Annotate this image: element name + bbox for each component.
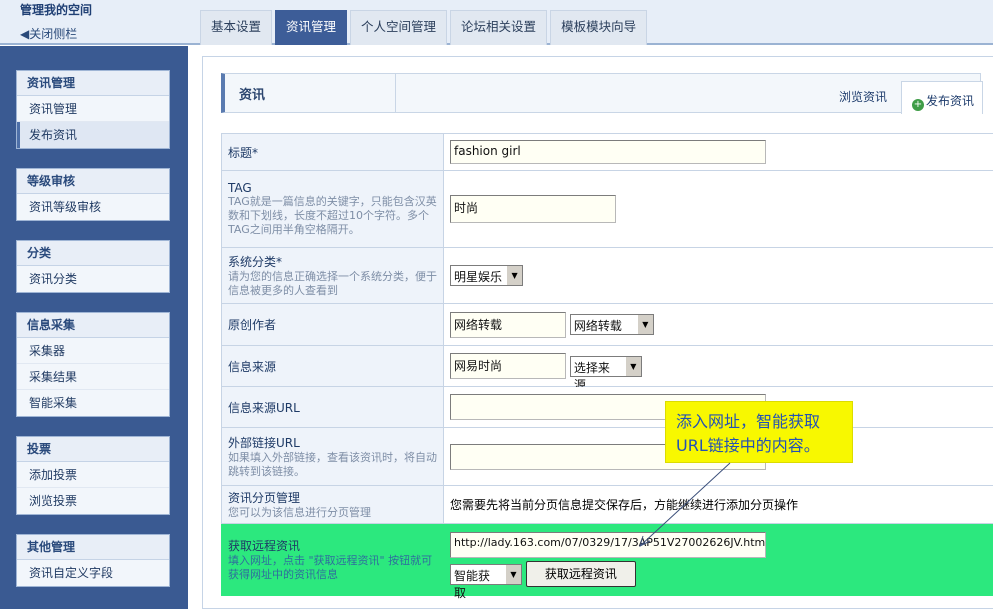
external-link-label: 外部链接URL	[228, 436, 300, 450]
sidebar-item-news-management[interactable]: 资讯管理	[17, 96, 169, 122]
tab-basic-settings[interactable]: 基本设置	[200, 10, 273, 45]
annotation-callout: 添入网址，智能获取 URL链接中的内容。	[665, 401, 853, 463]
category-help-text: 请为您的信息正确选择一个系统分类，便于信息被更多的人查看到	[228, 270, 437, 297]
sidebar-group-title: 等级审核	[17, 169, 169, 194]
form-row-tag: TAG TAG就是一篇信息的关键字，只能包含汉英数和下划线，长度不超过10个字符…	[221, 170, 993, 248]
top-header: 管理我的空间 ◀关闭侧栏 基本设置 资讯管理 个人空间管理 论坛相关设置 模板模…	[0, 0, 993, 45]
author-input[interactable]: 网络转载	[450, 311, 566, 338]
paging-notice: 您需要先将当前分页信息提交保存后，方能继续进行添加分页操作	[443, 485, 993, 524]
fetch-remote-button[interactable]: 获取远程资讯	[525, 561, 636, 587]
publish-news-tab[interactable]: + 发布资讯	[901, 81, 983, 114]
source-input[interactable]: 网易时尚	[450, 353, 566, 379]
remote-help-text: 填入网址，点击 "获取远程资讯" 按钮就可获得网址中的资讯信息	[228, 554, 433, 581]
sidebar-item-publish-news[interactable]: 发布资讯	[17, 122, 169, 148]
sidebar-group-title: 投票	[17, 437, 169, 462]
author-label: 原创作者	[221, 303, 444, 346]
tag-input[interactable]: 时尚	[450, 195, 616, 223]
form-row-paging: 资讯分页管理 您可以为该信息进行分页管理 您需要先将当前分页信息提交保存后，方能…	[221, 485, 993, 524]
remote-label: 获取远程资讯	[228, 539, 301, 553]
paging-help-text: 您可以为该信息进行分页管理	[228, 506, 371, 519]
section-title: 资讯	[239, 88, 266, 103]
section-divider	[395, 74, 396, 112]
plus-circle-icon: +	[912, 99, 924, 111]
sidebar-item-collect-result[interactable]: 采集结果	[17, 364, 169, 390]
browse-news-link[interactable]: 浏览资讯	[839, 88, 887, 105]
sidebar-item-browse-vote[interactable]: 浏览投票	[17, 488, 169, 514]
form-row-remote: 获取远程资讯 填入网址，点击 "获取远程资讯" 按钮就可获得网址中的资讯信息 h…	[221, 523, 993, 600]
dropdown-arrow-icon: ▼	[505, 564, 521, 584]
tab-forum-settings[interactable]: 论坛相关设置	[450, 10, 548, 45]
paging-label: 资讯分页管理	[228, 491, 301, 505]
tab-news-management[interactable]: 资讯管理	[275, 10, 348, 45]
sidebar-group-title: 分类	[17, 241, 169, 266]
sidebar-group-news: 资讯管理 资讯管理 发布资讯	[16, 70, 170, 149]
tag-help-text: TAG就是一篇信息的关键字，只能包含汉英数和下划线，长度不超过10个字符。多个T…	[228, 195, 437, 236]
sidebar-group-title: 信息采集	[17, 313, 169, 338]
sidebar-group-title: 资讯管理	[17, 71, 169, 96]
sidebar-item-level-review[interactable]: 资讯等级审核	[17, 194, 169, 220]
form-row-source-url: 信息来源URL	[221, 386, 993, 428]
section-header: 资讯 浏览资讯 + 发布资讯	[221, 73, 983, 114]
source-label: 信息来源	[221, 345, 444, 387]
main-panel: 资讯 浏览资讯 + 发布资讯 标题* fashion girl TAG TAG就是…	[202, 56, 993, 609]
main-content: 资讯 浏览资讯 + 发布资讯 标题* fashion girl TAG TAG就是…	[188, 46, 993, 609]
external-link-help-text: 如果填入外部链接，查看该资讯时，将自动跳转到该链接。	[228, 451, 437, 478]
remote-url-input[interactable]: http://lady.163.com/07/0329/17/3AP51V270…	[450, 532, 766, 558]
dropdown-arrow-icon: ▼	[624, 356, 641, 376]
sidebar-item-smart-collect[interactable]: 智能采集	[17, 390, 169, 416]
dropdown-arrow-icon: ▼	[636, 315, 653, 334]
space-title: 管理我的空间	[20, 3, 93, 17]
source-select[interactable]: 选择来源 ▼	[569, 355, 642, 392]
sidebar-item-collector[interactable]: 采集器	[17, 338, 169, 364]
publish-news-label: 发布资讯	[926, 94, 975, 108]
tab-personal-space[interactable]: 个人空间管理	[350, 10, 448, 45]
form-row-category: 系统分类* 请为您的信息正确选择一个系统分类，便于信息被更多的人查看到 明星娱乐…	[221, 247, 993, 304]
form-row-author: 原创作者 网络转载 网络转载 ▼	[221, 303, 993, 346]
sidebar-item-news-category[interactable]: 资讯分类	[17, 266, 169, 292]
sidebar-group-collect: 信息采集 采集器 采集结果 智能采集	[16, 312, 170, 417]
remote-mode-select[interactable]: 智能获取 ▼	[450, 563, 522, 600]
title-label: 标题*	[221, 133, 444, 171]
title-input[interactable]: fashion girl	[450, 140, 766, 164]
sidebar-item-custom-fields[interactable]: 资讯自定义字段	[17, 560, 169, 586]
sidebar-group-vote: 投票 添加投票 浏览投票	[16, 436, 170, 515]
sidebar-item-add-vote[interactable]: 添加投票	[17, 462, 169, 488]
form-row-title: 标题* fashion girl	[221, 133, 993, 171]
category-label: 系统分类*	[228, 255, 283, 269]
tab-template-wizard[interactable]: 模板模块向导	[550, 10, 648, 45]
sidebar-group-category: 分类 资讯分类	[16, 240, 170, 293]
category-select[interactable]: 明星娱乐 ▼	[450, 265, 524, 286]
sidebar: 资讯管理 资讯管理 发布资讯 等级审核 资讯等级审核 分类 资讯分类 信息采集 …	[0, 46, 188, 609]
dropdown-arrow-icon: ▼	[506, 266, 523, 285]
close-sidebar-link[interactable]: ◀关闭侧栏	[20, 25, 77, 42]
source-url-label: 信息来源URL	[221, 386, 444, 428]
form-row-source: 信息来源 网易时尚 选择来源 ▼	[221, 345, 993, 392]
top-tabs: 基本设置 资讯管理 个人空间管理 论坛相关设置 模板模块向导	[200, 10, 650, 45]
sidebar-group-level: 等级审核 资讯等级审核	[16, 168, 170, 221]
sidebar-group-other: 其他管理 资讯自定义字段	[16, 534, 170, 587]
tag-label: TAG	[228, 181, 252, 195]
form-row-external-link: 外部链接URL 如果填入外部链接，查看该资讯时，将自动跳转到该链接。	[221, 427, 993, 486]
publish-form: 标题* fashion girl TAG TAG就是一篇信息的关键字，只能包含汉…	[221, 133, 993, 600]
author-select[interactable]: 网络转载 ▼	[569, 314, 654, 335]
annotation-line-2: URL链接中的内容。	[676, 436, 820, 455]
sidebar-group-title: 其他管理	[17, 535, 169, 560]
annotation-line-1: 添入网址，智能获取	[676, 412, 821, 431]
